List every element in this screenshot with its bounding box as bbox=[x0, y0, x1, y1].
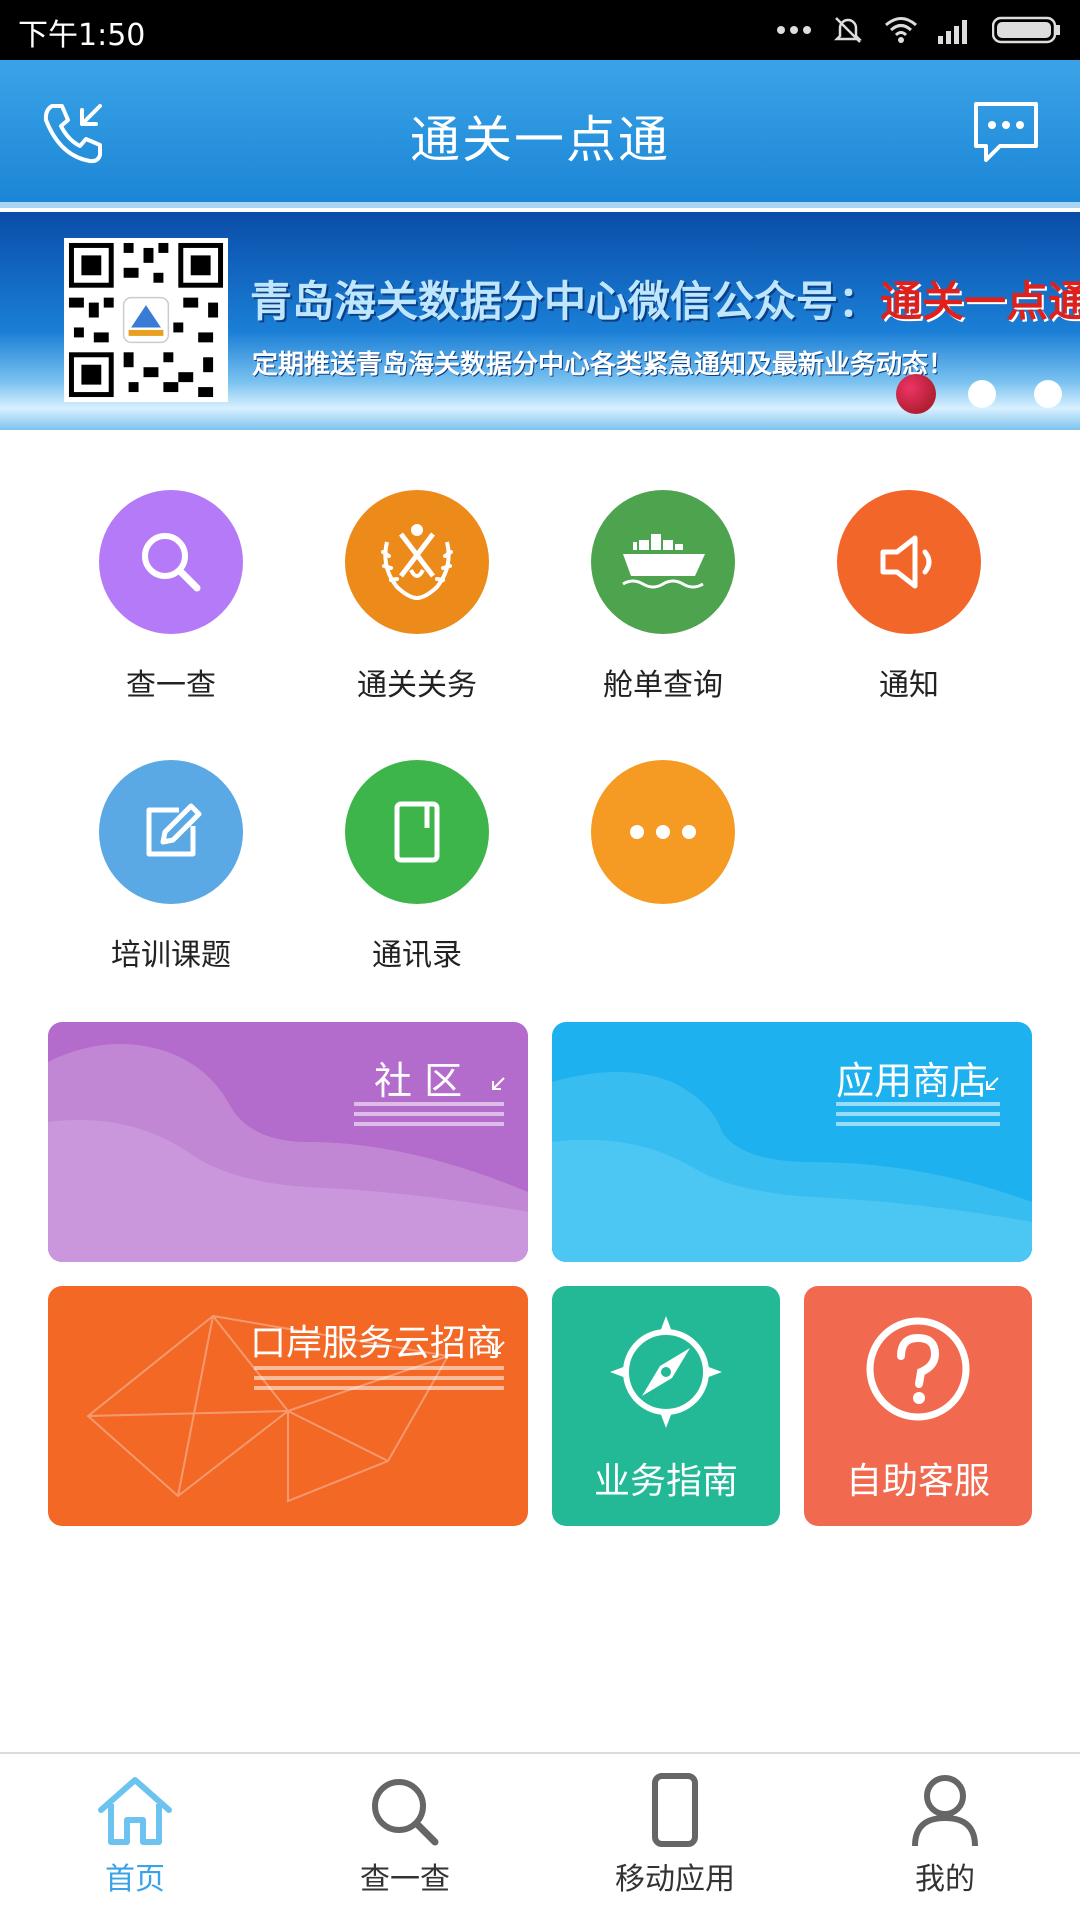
tab-home[interactable]: 首页 bbox=[0, 1754, 270, 1922]
user-icon bbox=[912, 1775, 978, 1847]
grid-item-contacts[interactable]: 通讯录 bbox=[294, 760, 540, 974]
grid-icon-bg bbox=[591, 490, 735, 634]
tab-mobile-apps[interactable]: 移动应用 bbox=[540, 1754, 810, 1922]
message-icon[interactable] bbox=[970, 98, 1042, 168]
wifi-icon bbox=[885, 17, 917, 43]
tab-profile[interactable]: 我的 bbox=[810, 1754, 1080, 1922]
bottom-tab-bar: 首页 查一查 移动应用 我的 bbox=[0, 1752, 1080, 1922]
qr-code-image bbox=[64, 238, 228, 402]
tab-label: 查一查 bbox=[360, 1862, 450, 1897]
grid-item-notice[interactable]: 通知 bbox=[786, 490, 1032, 704]
tile-title: 社 区 bbox=[374, 1059, 463, 1103]
tile-title: 应用商店 bbox=[836, 1059, 989, 1103]
compass-icon bbox=[610, 1316, 722, 1428]
grid-icon-bg bbox=[837, 490, 981, 634]
decorative-text-line bbox=[254, 1376, 504, 1380]
decorative-text-line bbox=[836, 1112, 1000, 1116]
banner-subline: 定期推送青岛海关数据分中心各类紧急通知及最新业务动态！ bbox=[252, 350, 955, 380]
decorative-text-line bbox=[836, 1102, 1000, 1106]
decorative-text-line bbox=[354, 1112, 504, 1116]
status-bar: 下午1:50 bbox=[0, 0, 1080, 60]
tab-label: 首页 bbox=[105, 1862, 165, 1897]
carousel-dot[interactable] bbox=[1034, 380, 1062, 408]
grid-item-label: 通知 bbox=[879, 668, 939, 703]
grid-item-label: 舱单查询 bbox=[603, 668, 723, 703]
tile-port-service[interactable]: 口岸服务云招商 bbox=[48, 1286, 528, 1526]
promo-banner[interactable]: 青岛海关数据分中心微信公众号：通关一点通 定期推送青岛海关数据分中心各类紧急通知… bbox=[0, 212, 1080, 430]
tile-self-service[interactable]: 自助客服 bbox=[804, 1286, 1032, 1526]
edit-icon bbox=[146, 803, 202, 857]
search-icon bbox=[372, 1779, 439, 1846]
grid-item-label: 查一查 bbox=[126, 668, 216, 703]
grid-icon-bg bbox=[345, 760, 489, 904]
decorative-text-line bbox=[836, 1122, 1000, 1126]
status-time: 下午1:50 bbox=[18, 18, 146, 53]
decorative-text-line bbox=[254, 1386, 504, 1390]
grid-icon-bg bbox=[345, 490, 489, 634]
tab-search[interactable]: 查一查 bbox=[270, 1754, 540, 1922]
grid-item-manifest[interactable]: 舱单查询 bbox=[540, 490, 786, 704]
tile-title: 业务指南 bbox=[593, 1461, 738, 1502]
phone-icon bbox=[652, 1773, 698, 1847]
home-icon bbox=[98, 1777, 172, 1845]
carousel-dot-active[interactable] bbox=[896, 374, 936, 414]
grid-item-search[interactable]: 查一查 bbox=[48, 490, 294, 704]
grid-item-more[interactable] bbox=[540, 760, 786, 930]
tile-title: 自助客服 bbox=[845, 1461, 990, 1502]
tab-label: 移动应用 bbox=[615, 1862, 735, 1897]
speaker-icon bbox=[880, 535, 932, 589]
status-icons bbox=[776, 12, 1062, 48]
grid-icon-bg bbox=[99, 490, 243, 634]
decorative-text-line bbox=[254, 1366, 504, 1370]
tile-title: 口岸服务云招商 bbox=[250, 1323, 503, 1364]
tile-app-store[interactable]: 应用商店 bbox=[552, 1022, 1032, 1262]
banner-headline: 青岛海关数据分中心微信公众号：通关一点通 bbox=[250, 268, 1080, 329]
tab-label: 我的 bbox=[915, 1862, 975, 1897]
battery-icon bbox=[992, 16, 1060, 44]
grid-item-label: 培训课题 bbox=[111, 938, 231, 973]
more-icon bbox=[630, 825, 696, 839]
decorative-text-line bbox=[354, 1102, 504, 1106]
arrow-corner-icon bbox=[986, 1077, 999, 1090]
decorative-text-line bbox=[354, 1122, 504, 1126]
customs-emblem-icon bbox=[381, 524, 453, 600]
grid-icon-bg bbox=[99, 760, 243, 904]
banner-headline-highlight: 通关一点通 bbox=[880, 277, 1080, 326]
tile-community[interactable]: 社 区 bbox=[48, 1022, 528, 1262]
page-title: 通关一点通 bbox=[410, 111, 670, 169]
search-icon bbox=[142, 533, 201, 592]
cargo-ship-icon bbox=[622, 534, 705, 589]
grid-item-label: 通讯录 bbox=[372, 938, 462, 973]
arrow-corner-icon bbox=[492, 1077, 505, 1090]
carousel-dot[interactable] bbox=[968, 380, 996, 408]
grid-item-label: 通关关务 bbox=[357, 668, 477, 703]
grid-icon-bg bbox=[591, 760, 735, 904]
tile-business-guide[interactable]: 业务指南 bbox=[552, 1286, 780, 1526]
banner-headline-prefix: 青岛海关数据分中心微信公众号： bbox=[250, 277, 881, 326]
signal-icon bbox=[938, 20, 967, 44]
app-header: 通关一点通 bbox=[0, 60, 1080, 208]
help-icon bbox=[866, 1317, 970, 1421]
arrow-corner-icon bbox=[492, 1341, 505, 1354]
more-dots-icon bbox=[777, 26, 811, 34]
phonebook-icon bbox=[394, 801, 440, 863]
grid-item-training[interactable]: 培训课题 bbox=[48, 760, 294, 974]
mute-bell-icon bbox=[833, 17, 863, 43]
grid-item-customs[interactable]: 通关关务 bbox=[294, 490, 540, 704]
